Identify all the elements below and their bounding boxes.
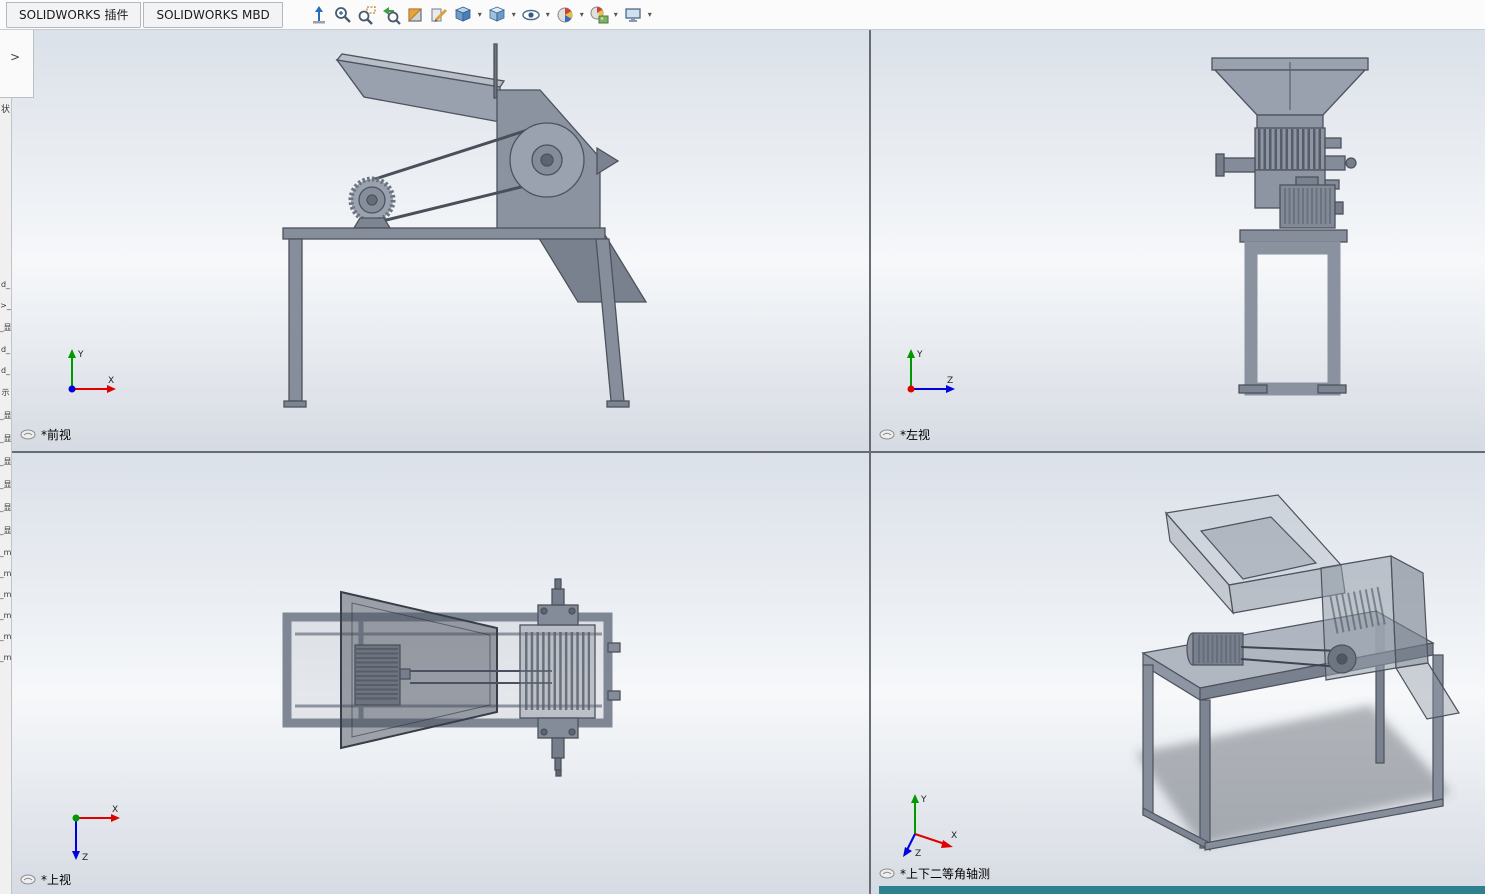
view-label-row[interactable]: *前视 bbox=[20, 426, 71, 443]
viewport-left[interactable]: Y Z *左视 bbox=[871, 30, 1485, 451]
top-toolbar: SOLIDWORKS 插件 SOLIDWORKS MBD ▾ ▾ ▾ ▾ ▾ ▾ bbox=[0, 0, 1485, 30]
panel-fragment[interactable]: d_ bbox=[1, 345, 10, 354]
coordinate-triad: Y X Z bbox=[903, 794, 957, 859]
view-label[interactable]: *上视 bbox=[41, 871, 71, 888]
view-annotation-icon bbox=[20, 874, 36, 885]
section-view-icon[interactable] bbox=[403, 3, 427, 27]
view-label[interactable]: *左视 bbox=[900, 426, 930, 443]
pan-view-icon[interactable] bbox=[307, 3, 331, 27]
view-settings-dropdown[interactable]: ▾ bbox=[645, 10, 655, 19]
panel-fragment[interactable]: _显 bbox=[0, 433, 11, 444]
tab-solidworks-addins[interactable]: SOLIDWORKS 插件 bbox=[6, 1, 142, 28]
viewport-top[interactable]: X Z *上视 bbox=[12, 453, 869, 894]
coordinate-triad: Y X bbox=[68, 349, 116, 393]
front-view-model[interactable] bbox=[12, 30, 869, 451]
panel-fragment[interactable]: d_ bbox=[1, 280, 10, 289]
panel-fragment[interactable]: _显 bbox=[0, 479, 11, 490]
top-view-model[interactable] bbox=[12, 453, 869, 894]
coordinate-triad: X Z bbox=[72, 805, 120, 863]
axis-label: Y bbox=[916, 350, 923, 360]
panel-fragment[interactable]: _显 bbox=[0, 502, 11, 513]
axis-label: X bbox=[951, 831, 957, 841]
display-style-dropdown[interactable]: ▾ bbox=[509, 10, 519, 19]
display-style-icon[interactable] bbox=[485, 3, 509, 27]
previous-view-icon[interactable] bbox=[379, 3, 403, 27]
axis-label: X bbox=[112, 805, 118, 815]
zoom-to-area-icon[interactable] bbox=[355, 3, 379, 27]
coordinate-triad: Y Z bbox=[907, 349, 955, 393]
panel-fragment[interactable]: _显 bbox=[0, 456, 11, 467]
feature-panel-tab[interactable]: > bbox=[0, 30, 34, 98]
view-annotation-icon bbox=[20, 429, 36, 440]
zoom-to-fit-icon[interactable] bbox=[331, 3, 355, 27]
panel-fragment[interactable]: _显 bbox=[0, 322, 11, 333]
panel-fragment[interactable]: _m bbox=[0, 611, 11, 620]
view-orientation-dropdown[interactable]: ▾ bbox=[475, 10, 485, 19]
axis-label: Z bbox=[82, 853, 88, 863]
panel-fragment[interactable]: _m bbox=[0, 590, 11, 599]
dynamic-annotation-icon[interactable] bbox=[427, 3, 451, 27]
view-annotation-icon bbox=[879, 868, 895, 879]
panel-fragment[interactable]: >_ bbox=[0, 301, 11, 310]
tab-solidworks-mbd[interactable]: SOLIDWORKS MBD bbox=[143, 1, 283, 28]
apply-scene-icon[interactable] bbox=[587, 3, 611, 27]
view-orientation-icon[interactable] bbox=[451, 3, 475, 27]
collapsed-feature-panel[interactable]: d_ >_ _显 d_ d_ 示 _显 _显 _显 _显 _显 _显 _m _m… bbox=[0, 30, 12, 894]
panel-fragment[interactable]: _显 bbox=[0, 525, 11, 536]
panel-fragment[interactable]: 状 bbox=[1, 102, 10, 115]
view-annotation-icon bbox=[879, 429, 895, 440]
view-label-row[interactable]: *上下二等角轴测 bbox=[879, 865, 990, 882]
edit-appearance-dropdown[interactable]: ▾ bbox=[577, 10, 587, 19]
apply-scene-dropdown[interactable]: ▾ bbox=[611, 10, 621, 19]
view-settings-icon[interactable] bbox=[621, 3, 645, 27]
view-label[interactable]: *前视 bbox=[41, 426, 71, 443]
edit-appearance-icon[interactable] bbox=[553, 3, 577, 27]
viewport-divider-vertical[interactable] bbox=[869, 30, 871, 894]
expand-panel-arrow[interactable]: > bbox=[10, 50, 20, 64]
axis-label: X bbox=[108, 376, 114, 386]
panel-fragment[interactable]: _显 bbox=[0, 410, 11, 421]
panel-fragment[interactable]: _m bbox=[0, 632, 11, 641]
axis-label: Z bbox=[947, 376, 953, 386]
heads-up-view-toolbar: ▾ ▾ ▾ ▾ ▾ ▾ bbox=[307, 3, 655, 27]
panel-fragment[interactable]: _m bbox=[0, 548, 11, 557]
panel-fragment[interactable]: 示 bbox=[2, 387, 10, 398]
taskbar-strip bbox=[879, 886, 1485, 894]
panel-fragment[interactable]: d_ bbox=[1, 366, 10, 375]
viewport-front[interactable]: Y X *前视 bbox=[12, 30, 869, 451]
viewport-divider-horizontal[interactable] bbox=[12, 451, 1485, 453]
view-label-row[interactable]: *左视 bbox=[879, 426, 930, 443]
command-tabs: SOLIDWORKS 插件 SOLIDWORKS MBD bbox=[6, 1, 285, 28]
viewport-isometric[interactable]: Y X Z *上下二等角轴测 bbox=[871, 453, 1485, 894]
view-label[interactable]: *上下二等角轴测 bbox=[900, 865, 990, 882]
hide-show-items-dropdown[interactable]: ▾ bbox=[543, 10, 553, 19]
panel-fragment[interactable]: _m bbox=[0, 653, 11, 662]
hide-show-items-icon[interactable] bbox=[519, 3, 543, 27]
view-label-row[interactable]: *上视 bbox=[20, 871, 71, 888]
axis-label: Z bbox=[915, 849, 921, 859]
axis-label: Y bbox=[77, 350, 84, 360]
panel-fragment[interactable]: _m bbox=[0, 569, 11, 578]
axis-label: Y bbox=[920, 795, 927, 805]
